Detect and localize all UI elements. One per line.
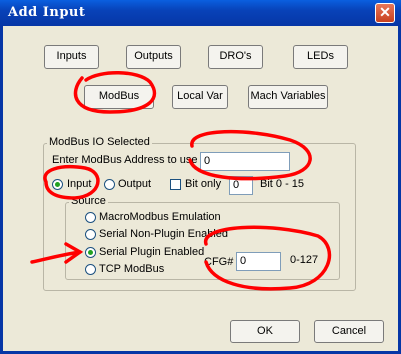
bit-range-label: Bit 0 - 15 (260, 178, 305, 190)
cfg-range-label: 0-127 (290, 254, 319, 266)
dros-button[interactable]: DRO's (208, 45, 263, 69)
outputs-button[interactable]: Outputs (126, 45, 181, 69)
leds-button[interactable]: LEDs (293, 45, 348, 69)
macromodbus-label: MacroModbus Emulation (99, 211, 221, 223)
inputs-button[interactable]: Inputs (44, 45, 99, 69)
bit-input[interactable]: 0 (229, 176, 253, 195)
mach-variables-button[interactable]: Mach Variables (248, 85, 328, 109)
serial-plugin-radio[interactable] (85, 247, 96, 258)
ok-button[interactable]: OK (230, 320, 300, 343)
modbus-button[interactable]: ModBus (84, 85, 154, 109)
input-radio-label: Input (67, 178, 92, 190)
serial-non-plugin-label: Serial Non-Plugin Enabled (99, 228, 229, 240)
source-group-label: Source (69, 195, 108, 207)
cancel-button[interactable]: Cancel (314, 320, 384, 343)
output-radio-label: Output (118, 178, 152, 190)
modbus-io-group-label: ModBus IO Selected (47, 136, 152, 148)
tcp-modbus-label: TCP ModBus (99, 263, 165, 275)
serial-non-plugin-radio[interactable] (85, 229, 96, 240)
local-var-button[interactable]: Local Var (172, 85, 228, 109)
bit-only-checkbox[interactable] (170, 179, 181, 190)
bit-only-label: Bit only (185, 178, 222, 190)
output-radio[interactable] (104, 179, 115, 190)
serial-plugin-label: Serial Plugin Enabled (99, 246, 205, 258)
close-icon: ✕ (379, 4, 391, 20)
window-title: Add Input (8, 5, 86, 20)
cfg-label: CFG# (204, 256, 234, 268)
macromodbus-radio[interactable] (85, 212, 96, 223)
input-radio[interactable] (52, 179, 63, 190)
title-bar: Add Input ✕ (0, 0, 401, 26)
close-button[interactable]: ✕ (375, 3, 395, 23)
address-label: Enter ModBus Address to use (52, 154, 198, 166)
address-input[interactable]: 0 (200, 152, 290, 171)
cfg-input[interactable]: 0 (236, 252, 281, 271)
tcp-modbus-radio[interactable] (85, 264, 96, 275)
